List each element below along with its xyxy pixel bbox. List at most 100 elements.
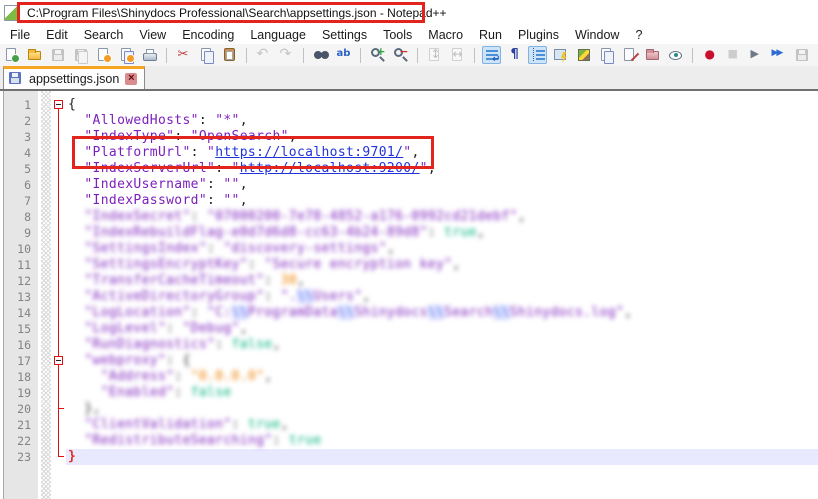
code-line[interactable]: 13 "ActiveDirectoryGroup": ".\\Users", (4, 289, 818, 305)
code-text[interactable]: "SettingsEncryptKey": "Secure encryption… (66, 257, 818, 273)
file-monitoring-button[interactable] (666, 46, 685, 64)
copy-button[interactable] (197, 46, 216, 64)
code-line[interactable]: 2 "AllowedHosts": "*", (4, 113, 818, 129)
bookmark-margin[interactable] (41, 289, 51, 305)
menu-help[interactable]: ? (627, 26, 650, 44)
menu-plugins[interactable]: Plugins (510, 26, 567, 44)
code-line[interactable]: 22 "RedistributeSearching": true (4, 433, 818, 449)
code-line[interactable]: 9 "IndexRebuildFlag-e0d7d6d8-cc63-4b24-8… (4, 225, 818, 241)
bookmark-margin[interactable] (41, 241, 51, 257)
paste-button[interactable] (220, 46, 239, 64)
edit-macro-doc-button[interactable] (620, 46, 639, 64)
code-line[interactable]: 20 }, (4, 401, 818, 417)
code-line[interactable]: 4 "PlatformUrl": "https://localhost:9701… (4, 145, 818, 161)
code-text[interactable]: "TransferCacheTimeout": 30, (66, 273, 818, 289)
bookmark-margin[interactable] (41, 225, 51, 241)
tab-appsettings-json[interactable]: appsettings.json × (3, 66, 145, 89)
undo-button[interactable] (254, 46, 273, 64)
bookmark-margin[interactable] (41, 401, 51, 417)
bookmark-margin[interactable] (41, 113, 51, 129)
code-line[interactable]: 18 "Address": "0.0.0.0", (4, 369, 818, 385)
app-icon[interactable] (4, 5, 18, 21)
code-line[interactable]: 15 "LogLevel": "Debug", (4, 321, 818, 337)
bookmark-margin[interactable] (41, 353, 51, 369)
code-line[interactable]: 8 "IndexSecret": "07000200-7e78-4852-a17… (4, 209, 818, 225)
code-line[interactable]: 21 "ClientValidation": true, (4, 417, 818, 433)
tab-close-icon[interactable]: × (125, 73, 137, 85)
code-text[interactable]: "Enabled": false (66, 385, 818, 401)
code-text[interactable]: "PlatformUrl": "https://localhost:9701/"… (66, 145, 818, 161)
macro-run-multiple-button[interactable] (769, 46, 788, 64)
menu-macro[interactable]: Macro (420, 26, 471, 44)
menu-settings[interactable]: Settings (314, 26, 375, 44)
bookmark-margin[interactable] (41, 305, 51, 321)
code-text[interactable]: "LogLocation": "C:\\ProgramData\\Shinydo… (66, 305, 818, 321)
word-wrap-button[interactable] (482, 46, 501, 64)
show-all-characters-button[interactable] (505, 46, 524, 64)
menu-view[interactable]: View (131, 26, 174, 44)
show-indent-guide-button[interactable] (528, 46, 547, 64)
code-line[interactable]: 6 "IndexUsername": "", (4, 177, 818, 193)
bookmark-margin[interactable] (41, 417, 51, 433)
bookmark-margin[interactable] (41, 449, 51, 465)
code-text[interactable]: "Address": "0.0.0.0", (66, 369, 818, 385)
macro-record-button[interactable] (700, 46, 719, 64)
code-text[interactable]: "IndexUsername": "", (66, 177, 818, 193)
menu-tools[interactable]: Tools (375, 26, 420, 44)
document-map-button[interactable] (574, 46, 593, 64)
save-all-button[interactable] (71, 46, 90, 64)
code-line[interactable]: 16 "RunDiagnostics": false, (4, 337, 818, 353)
bookmark-margin[interactable] (41, 193, 51, 209)
code-line[interactable]: 12 "TransferCacheTimeout": 30, (4, 273, 818, 289)
sync-vertical-scroll-button[interactable] (425, 46, 444, 64)
code-text[interactable]: "RedistributeSearching": true (66, 433, 818, 449)
code-text[interactable]: "IndexSecret": "07000200-7e78-4852-a176-… (66, 209, 818, 225)
code-text[interactable]: "SettingsIndex": "discovery-settings", (66, 241, 818, 257)
replace-button[interactable] (334, 46, 353, 64)
bookmark-margin[interactable] (41, 257, 51, 273)
code-line[interactable]: 1{ (4, 97, 818, 113)
menu-file[interactable]: File (2, 26, 38, 44)
macro-save-button[interactable] (792, 46, 811, 64)
bookmark-margin[interactable] (41, 145, 51, 161)
code-line[interactable]: 3 "IndexType": "OpenSearch", (4, 129, 818, 145)
bookmark-margin[interactable] (41, 161, 51, 177)
zoom-out-button[interactable] (391, 46, 410, 64)
editor[interactable]: 1{2 "AllowedHosts": "*",3 "IndexType": "… (3, 91, 818, 499)
bookmark-margin[interactable] (41, 385, 51, 401)
menu-window[interactable]: Window (567, 26, 627, 44)
code-text[interactable]: "IndexPassword": "", (66, 193, 818, 209)
code-line[interactable]: 10 "SettingsIndex": "discovery-settings"… (4, 241, 818, 257)
find-button[interactable] (311, 46, 330, 64)
cut-button[interactable] (174, 46, 193, 64)
print-button[interactable] (140, 46, 159, 64)
sync-horizontal-scroll-button[interactable] (448, 46, 467, 64)
fold-toggle-icon[interactable] (54, 356, 63, 365)
menu-run[interactable]: Run (471, 26, 510, 44)
code-line[interactable]: 19 "Enabled": false (4, 385, 818, 401)
code-line[interactable]: 11 "SettingsEncryptKey": "Secure encrypt… (4, 257, 818, 273)
menu-edit[interactable]: Edit (38, 26, 76, 44)
bookmark-margin[interactable] (41, 273, 51, 289)
new-file-button[interactable] (2, 46, 21, 64)
code-text[interactable]: "IndexType": "OpenSearch", (66, 129, 818, 145)
code-text[interactable]: }, (66, 401, 818, 417)
bookmark-margin[interactable] (41, 369, 51, 385)
close-file-button[interactable] (94, 46, 113, 64)
code-line[interactable]: 17 "webproxy": { (4, 353, 818, 369)
fold-toggle-icon[interactable] (54, 100, 63, 109)
url-link[interactable]: http://localhost:9200/ (240, 161, 420, 176)
url-link[interactable]: https://localhost:9701/ (215, 145, 403, 160)
macro-playback-button[interactable] (746, 46, 765, 64)
bookmark-margin[interactable] (41, 177, 51, 193)
macro-stop-button[interactable] (723, 46, 742, 64)
folder-as-workspace-button[interactable] (643, 46, 662, 64)
code-line[interactable]: 14 "LogLocation": "C:\\ProgramData\\Shin… (4, 305, 818, 321)
bookmark-margin[interactable] (41, 433, 51, 449)
save-file-button[interactable] (48, 46, 67, 64)
document-list-button[interactable] (597, 46, 616, 64)
code-text[interactable]: "IndexRebuildFlag-e0d7d6d8-cc63-4b24-89d… (66, 225, 818, 241)
zoom-in-button[interactable] (368, 46, 387, 64)
menu-encoding[interactable]: Encoding (174, 26, 242, 44)
bookmark-margin[interactable] (41, 321, 51, 337)
